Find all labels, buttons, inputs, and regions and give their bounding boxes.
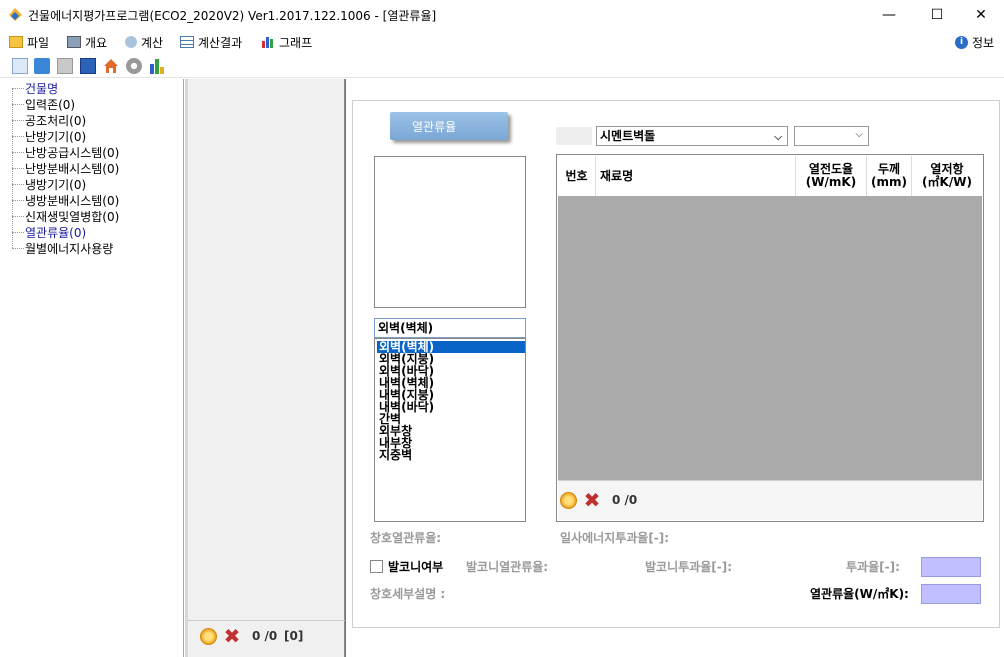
tree-item-building-name[interactable]: 건물명 xyxy=(12,80,58,96)
menu-bar: 파일 개요 계산 계산결과 그래프 i 정보 xyxy=(0,30,1004,54)
column-header-no[interactable]: 번호 xyxy=(558,156,596,196)
material-select[interactable]: 시멘트벽돌 ⌵ xyxy=(596,126,788,146)
tree-item-heating-equipment[interactable]: 난방기기(0) xyxy=(12,128,86,144)
folder-icon xyxy=(9,36,23,48)
tree-item-label: 건물명 xyxy=(25,81,59,96)
tree-item-renewable[interactable]: 신재생및열병합(0) xyxy=(12,208,119,224)
new-file-icon[interactable] xyxy=(12,58,28,74)
solar-transmittance-label: 일사에너지투과율[-]: xyxy=(560,531,670,545)
window-description-label: 창호세부설명 : xyxy=(370,587,446,601)
tree-item-label: 냉방분배시스템(0) xyxy=(25,193,120,208)
tree-item-label: 열관류율(0) xyxy=(25,225,87,240)
balcony-transmittance-label: 발코니투과율[-]: xyxy=(645,560,732,574)
gear-icon xyxy=(125,36,137,48)
menu-results[interactable]: 계산결과 xyxy=(180,33,242,51)
tree-item-heating-supply[interactable]: 난방공급시스템(0) xyxy=(12,144,119,160)
window-title: 건물에너지평가프로그램(ECO2_2020V2) Ver1.2017.122.1… xyxy=(28,9,437,23)
menu-graph[interactable]: 그래프 xyxy=(261,33,312,51)
transmittance-label: 투과율[-]: xyxy=(846,560,900,574)
delete-icon[interactable]: ✖ xyxy=(223,626,241,646)
window-u-label: 창호열관류율: xyxy=(370,531,442,545)
transmittance-field[interactable] xyxy=(921,557,981,577)
menu-overview-label: 개요 xyxy=(85,35,108,50)
tree-item-cooling-distribution[interactable]: 냉방분배시스템(0) xyxy=(12,192,119,208)
tree-item-label: 난방공급시스템(0) xyxy=(25,145,120,160)
add-icon[interactable] xyxy=(560,492,577,509)
navigation-tree: 건물명 입력존(0) 공조처리(0) 난방기기(0) 난방공급시스템(0) 난방… xyxy=(0,79,184,657)
menu-graph-label: 그래프 xyxy=(279,35,313,50)
tree-item-label: 냉방기기(0) xyxy=(25,177,87,192)
tree-item-input-zone[interactable]: 입력존(0) xyxy=(12,96,75,112)
preview-box xyxy=(374,156,526,308)
tree-item-air-handling[interactable]: 공조처리(0) xyxy=(12,112,86,128)
chevron-down-icon: ⌵ xyxy=(855,129,863,140)
item-count: 0 /0 xyxy=(252,629,278,643)
app-logo-icon xyxy=(9,8,22,21)
save-icon[interactable] xyxy=(80,58,96,74)
item-list-footer: ✖ 0 /0 [0] xyxy=(188,620,345,650)
material-select-value: 시멘트벽돌 xyxy=(600,129,656,143)
construction-type-list[interactable]: 외벽(벽체) 외벽(지붕) 외벽(바닥) 내벽(벽체) 내벽(지붕) 내벽(바닥… xyxy=(374,338,526,522)
menu-calculate-label: 계산 xyxy=(141,35,164,50)
open-folder-icon[interactable] xyxy=(34,58,50,74)
grid-count: 0 /0 xyxy=(612,493,638,507)
item-count-bracket: [0] xyxy=(284,629,304,643)
list-item[interactable]: 지중벽 xyxy=(377,449,525,461)
tree-item-label: 월별에너지사용량 xyxy=(25,241,114,256)
balcony-checkbox[interactable] xyxy=(370,560,383,573)
toolbar xyxy=(0,54,1004,78)
building-icon xyxy=(67,36,81,48)
chevron-down-icon: ⌵ xyxy=(774,132,782,143)
delete-icon[interactable]: ✖ xyxy=(583,490,601,510)
construction-type-input[interactable]: 외벽(벽체) xyxy=(374,318,526,338)
settings-icon[interactable] xyxy=(126,58,142,74)
balcony-label: 발코니여부 xyxy=(388,560,444,574)
secondary-select[interactable]: ⌵ xyxy=(794,126,869,146)
save-disabled-icon[interactable] xyxy=(57,58,73,74)
tab-u-value[interactable]: 열관류율 xyxy=(390,112,508,140)
menu-calculate[interactable]: 계산 xyxy=(125,33,163,51)
tree-item-heating-distribution[interactable]: 난방분배시스템(0) xyxy=(12,160,119,176)
balcony-u-label: 발코니열관류율: xyxy=(466,560,549,574)
menu-results-label: 계산결과 xyxy=(198,35,243,50)
tree-item-label: 난방기기(0) xyxy=(25,129,87,144)
column-header-resistance[interactable]: 열저항 (㎡K/W) xyxy=(912,156,982,196)
column-header-thickness[interactable]: 두께 (mm) xyxy=(867,156,912,196)
menu-file-label: 파일 xyxy=(27,35,50,50)
tree-item-label: 입력존(0) xyxy=(25,97,76,112)
menu-info[interactable]: i 정보 xyxy=(955,33,994,51)
tree-item-label: 공조처리(0) xyxy=(25,113,87,128)
grid-footer: ✖ 0 /0 xyxy=(558,480,982,520)
u-value-field[interactable] xyxy=(921,584,981,604)
menu-overview[interactable]: 개요 xyxy=(67,33,107,51)
menu-file[interactable]: 파일 xyxy=(9,33,49,51)
table-icon xyxy=(180,36,194,48)
home-icon[interactable] xyxy=(103,58,119,74)
u-value-label: 열관류율(W/㎡K): xyxy=(810,587,909,601)
tree-item-cooling-equipment[interactable]: 냉방기기(0) xyxy=(12,176,86,192)
grid-body[interactable] xyxy=(558,196,982,480)
add-icon[interactable] xyxy=(200,628,217,645)
info-icon: i xyxy=(955,35,968,49)
chart-icon[interactable] xyxy=(149,58,165,74)
chart-icon xyxy=(262,37,273,48)
tree-item-label: 난방분배시스템(0) xyxy=(25,161,120,176)
tree-item-label: 신재생및열병합(0) xyxy=(25,209,120,224)
close-button[interactable]: ✕ xyxy=(958,0,1004,30)
material-swatch xyxy=(556,127,592,145)
item-list-panel xyxy=(188,79,345,657)
splitter-right[interactable] xyxy=(345,79,350,657)
column-header-name[interactable]: 재료명 xyxy=(596,156,796,196)
column-header-conductivity[interactable]: 열전도율 (W/mK) xyxy=(796,156,867,196)
tree-item-monthly-energy[interactable]: 월별에너지사용량 xyxy=(12,240,113,256)
tree-item-u-value[interactable]: 열관류율(0) xyxy=(12,224,86,240)
menu-info-label: 정보 xyxy=(972,35,995,50)
grid-header: 번호 재료명 열전도율 (W/mK) 두께 (mm) 열저항 (㎡K/W) xyxy=(558,156,982,196)
minimize-button[interactable]: — xyxy=(866,0,912,30)
title-bar: 건물에너지평가프로그램(ECO2_2020V2) Ver1.2017.122.1… xyxy=(0,0,1004,30)
maximize-button[interactable]: ☐ xyxy=(914,0,960,30)
